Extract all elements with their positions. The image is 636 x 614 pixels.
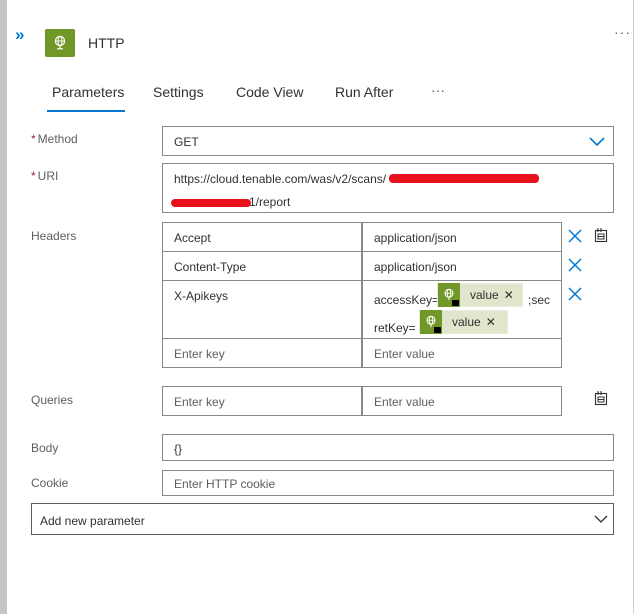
remove-token-icon[interactable]: ✕ <box>486 315 504 329</box>
expand-panel-button[interactable]: » <box>15 26 33 46</box>
uri-label: * URI <box>31 169 59 183</box>
method-dropdown[interactable]: GET <box>162 126 614 156</box>
left-panel-edge <box>0 0 7 614</box>
lock-icon <box>452 300 459 306</box>
delete-header-icon[interactable] <box>568 287 582 301</box>
more-options-button[interactable]: ··· <box>614 24 631 40</box>
http-action-icon <box>45 29 75 57</box>
switch-to-text-mode-icon[interactable] <box>593 227 609 243</box>
dynamic-content-token[interactable]: value ✕ <box>419 310 508 334</box>
right-panel-edge <box>633 0 634 614</box>
tab-run-after[interactable]: Run After <box>335 84 393 100</box>
header-key-field[interactable]: X-Apikeys <box>162 280 362 339</box>
header-value-field[interactable]: application/json <box>362 251 562 281</box>
uri-field[interactable]: https://cloud.tenable.com/was/v2/scans/ … <box>162 163 614 213</box>
query-key-input[interactable]: Enter key <box>162 386 362 416</box>
uri-text-line1: https://cloud.tenable.com/was/v2/scans/ <box>174 172 387 186</box>
header-value-field[interactable]: application/json <box>362 222 562 252</box>
cookie-label: Cookie <box>31 476 69 490</box>
header-value-text: retKey= <box>374 321 416 335</box>
globe-icon <box>420 310 442 334</box>
header-key-field[interactable]: Accept <box>162 222 362 252</box>
globe-icon <box>438 283 460 307</box>
tab-code-view[interactable]: Code View <box>236 84 303 100</box>
cookie-input[interactable]: Enter HTTP cookie <box>162 470 614 496</box>
delete-header-icon[interactable] <box>568 229 582 243</box>
body-field[interactable]: {} <box>162 434 614 461</box>
header-value-text: accessKey= <box>374 293 440 307</box>
delete-header-icon[interactable] <box>568 258 582 272</box>
body-label: Body <box>31 441 59 455</box>
query-value-input[interactable]: Enter value <box>362 386 562 416</box>
active-tab-indicator <box>47 110 125 112</box>
header-key-field[interactable]: Content-Type <box>162 251 362 281</box>
redaction-mark <box>171 199 251 207</box>
headers-label: Headers <box>31 229 77 243</box>
header-value-text: ;sec <box>528 293 551 307</box>
switch-to-text-mode-icon[interactable] <box>593 390 609 406</box>
queries-label: Queries <box>31 393 74 407</box>
chevron-down-icon <box>589 137 605 147</box>
header-value-input[interactable]: Enter value <box>362 338 562 368</box>
redaction-mark <box>389 174 539 183</box>
uri-text-line2: 1/report <box>249 195 291 209</box>
dynamic-content-token[interactable]: value ✕ <box>437 283 523 307</box>
tab-parameters[interactable]: Parameters <box>52 84 124 100</box>
lock-icon <box>434 327 441 333</box>
remove-token-icon[interactable]: ✕ <box>504 288 522 302</box>
action-title[interactable]: HTTP <box>88 35 125 51</box>
header-value-field[interactable]: accessKey= value ✕ ;sec retKey= value ✕ <box>362 280 562 339</box>
header-key-input[interactable]: Enter key <box>162 338 362 368</box>
add-new-parameter-dropdown[interactable]: Add new parameter <box>31 503 614 535</box>
method-value: GET <box>174 135 199 149</box>
method-label: * Method <box>31 132 78 146</box>
globe-icon <box>54 35 66 50</box>
tab-settings[interactable]: Settings <box>153 84 204 100</box>
chevron-down-icon <box>594 515 608 523</box>
tab-more-button[interactable]: ··· <box>431 82 445 98</box>
